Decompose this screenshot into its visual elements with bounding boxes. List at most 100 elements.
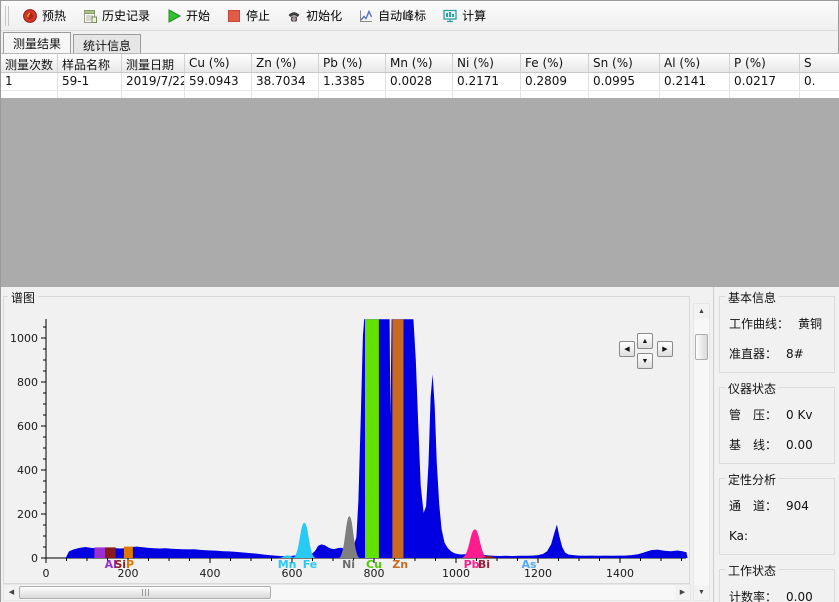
header-cell: 样品名称 bbox=[58, 54, 122, 72]
empty-cell bbox=[453, 91, 521, 98]
autopeak-button[interactable]: 自动峰标 bbox=[351, 3, 433, 28]
svg-text:400: 400 bbox=[200, 567, 221, 580]
pan-up-button[interactable]: ▲ bbox=[637, 333, 653, 349]
scroll-left-button[interactable]: ◀ bbox=[4, 585, 19, 600]
spectrum-box: 0200400600800100002004006008001000120014… bbox=[3, 296, 690, 584]
empty-cell bbox=[660, 91, 730, 98]
autopeak-label: 自动峰标 bbox=[378, 7, 426, 24]
history-label: 历史记录 bbox=[102, 7, 150, 24]
table-cell[interactable]: 59.0943 bbox=[185, 73, 252, 90]
group-instrument-status-title: 仪器状态 bbox=[725, 380, 779, 397]
empty-cell bbox=[521, 91, 589, 98]
header-cell: 测量日期 bbox=[122, 54, 185, 72]
vertical-scrollbar-thumb[interactable] bbox=[695, 334, 708, 360]
svg-text:1400: 1400 bbox=[606, 567, 634, 580]
table-cell[interactable]: 0.0217 bbox=[730, 73, 800, 90]
calculate-button[interactable]: 计算 bbox=[435, 3, 493, 28]
table-cell[interactable]: 1.3385 bbox=[319, 73, 386, 90]
header-cell: Mn (%) bbox=[386, 54, 453, 72]
info-row: 管 压： 0 Kv bbox=[729, 400, 834, 430]
horizontal-scrollbar[interactable]: ◀ ▶ bbox=[3, 584, 691, 601]
scroll-down-button[interactable]: ▼ bbox=[694, 585, 709, 600]
empty-cell bbox=[185, 91, 252, 98]
empty-cell bbox=[800, 91, 839, 98]
scroll-up-button[interactable]: ▲ bbox=[694, 304, 709, 319]
autopeak-icon bbox=[358, 8, 374, 24]
channel-label: 通 道： bbox=[729, 499, 777, 513]
tab-measure-results[interactable]: 测量结果 bbox=[3, 32, 71, 53]
info-panel: 基本信息 工作曲线：黄铜 准直器：8# 仪器状态 管 压：0 Kv 基 线：0.… bbox=[713, 287, 839, 602]
svg-text:400: 400 bbox=[17, 464, 38, 477]
stop-label: 停止 bbox=[246, 7, 270, 24]
app-window: 预热 历史记录 开始 停止 初始化 bbox=[0, 0, 839, 602]
empty-cell bbox=[386, 91, 453, 98]
vertical-scrollbar[interactable]: ▲ ▼ bbox=[693, 303, 710, 601]
table-cell[interactable]: 38.7034 bbox=[252, 73, 319, 90]
svg-text:Zn: Zn bbox=[392, 558, 408, 571]
table-cell[interactable]: 1 bbox=[1, 73, 58, 90]
svg-text:Bi: Bi bbox=[478, 558, 490, 571]
svg-text:1000: 1000 bbox=[10, 332, 38, 345]
baseline-value: 0.00 bbox=[786, 438, 813, 452]
info-row: 通 道：904 bbox=[729, 491, 834, 521]
horizontal-scrollbar-thumb[interactable] bbox=[19, 586, 271, 599]
info-row: 准直器：8# bbox=[729, 339, 834, 369]
svg-text:Cu: Cu bbox=[366, 558, 382, 571]
table-cell[interactable]: 59-1 bbox=[58, 73, 122, 90]
info-row: 计数率：0.00 bbox=[729, 582, 834, 602]
empty-cell bbox=[319, 91, 386, 98]
empty-cell bbox=[730, 91, 800, 98]
preheat-label: 预热 bbox=[42, 7, 66, 24]
header-cell: Cu (%) bbox=[185, 54, 252, 72]
pan-right-button[interactable]: ▶ bbox=[657, 341, 673, 357]
spectrum-chart[interactable]: 0200400600800100002004006008001000120014… bbox=[4, 297, 689, 583]
svg-text:800: 800 bbox=[17, 376, 38, 389]
preheat-button[interactable]: 预热 bbox=[15, 3, 73, 28]
tab-statistics[interactable]: 统计信息 bbox=[73, 34, 141, 53]
info-row: 基 线： 0.00 bbox=[729, 430, 834, 460]
start-button[interactable]: 开始 bbox=[159, 3, 217, 28]
header-cell: 测量次数 bbox=[1, 54, 58, 72]
table-row[interactable]: 159-12019/7/2259.094338.70341.33850.0028… bbox=[1, 73, 839, 91]
svg-text:Fe: Fe bbox=[303, 558, 318, 571]
empty-cell bbox=[252, 91, 319, 98]
header-cell: Al (%) bbox=[660, 54, 730, 72]
baseline-label: 基 线： bbox=[729, 438, 777, 452]
group-work-status: 工作状态 计数率：0.00 bbox=[719, 569, 835, 602]
tabbar: 测量结果 统计信息 bbox=[1, 31, 838, 53]
work-curve-label: 工作曲线： bbox=[729, 317, 789, 331]
empty-cell bbox=[58, 91, 122, 98]
history-icon bbox=[82, 8, 98, 24]
svg-text:200: 200 bbox=[17, 508, 38, 521]
table-cell[interactable]: 0.0028 bbox=[386, 73, 453, 90]
group-instrument-status: 仪器状态 管 压：0 Kv 基 线：0.00 bbox=[719, 387, 835, 464]
header-cell: Zn (%) bbox=[252, 54, 319, 72]
stop-button[interactable]: 停止 bbox=[219, 3, 277, 28]
svg-text:Mn: Mn bbox=[278, 558, 297, 571]
empty-cell bbox=[589, 91, 660, 98]
table-cell[interactable]: 0.0995 bbox=[589, 73, 660, 90]
stop-icon bbox=[226, 8, 242, 24]
tube-voltage-label: 管 压： bbox=[729, 408, 777, 422]
scroll-right-button[interactable]: ▶ bbox=[675, 585, 690, 600]
group-qualitative-analysis-title: 定性分析 bbox=[725, 471, 779, 488]
ka-label: Ka: bbox=[729, 529, 748, 543]
table-cell[interactable]: 0.2141 bbox=[660, 73, 730, 90]
initialize-button[interactable]: 初始化 bbox=[279, 3, 349, 28]
pan-left-button[interactable]: ◀ bbox=[619, 341, 635, 357]
initialize-label: 初始化 bbox=[306, 7, 342, 24]
table-cell[interactable]: 0. bbox=[800, 73, 839, 90]
grid-empty-row bbox=[1, 91, 839, 98]
history-button[interactable]: 历史记录 bbox=[75, 3, 157, 28]
pan-down-button[interactable]: ▼ bbox=[637, 353, 653, 369]
table-cell[interactable]: 2019/7/22 bbox=[122, 73, 185, 90]
start-icon bbox=[166, 8, 182, 24]
tube-voltage-value: 0 Kv bbox=[786, 408, 812, 422]
toolbar-grip[interactable] bbox=[5, 6, 9, 26]
svg-text:P: P bbox=[126, 558, 134, 571]
header-cell: Sn (%) bbox=[589, 54, 660, 72]
table-cell[interactable]: 0.2171 bbox=[453, 73, 521, 90]
table-cell[interactable]: 0.2809 bbox=[521, 73, 589, 90]
calculate-icon bbox=[442, 8, 458, 24]
toolbar: 预热 历史记录 开始 停止 初始化 bbox=[1, 1, 838, 31]
